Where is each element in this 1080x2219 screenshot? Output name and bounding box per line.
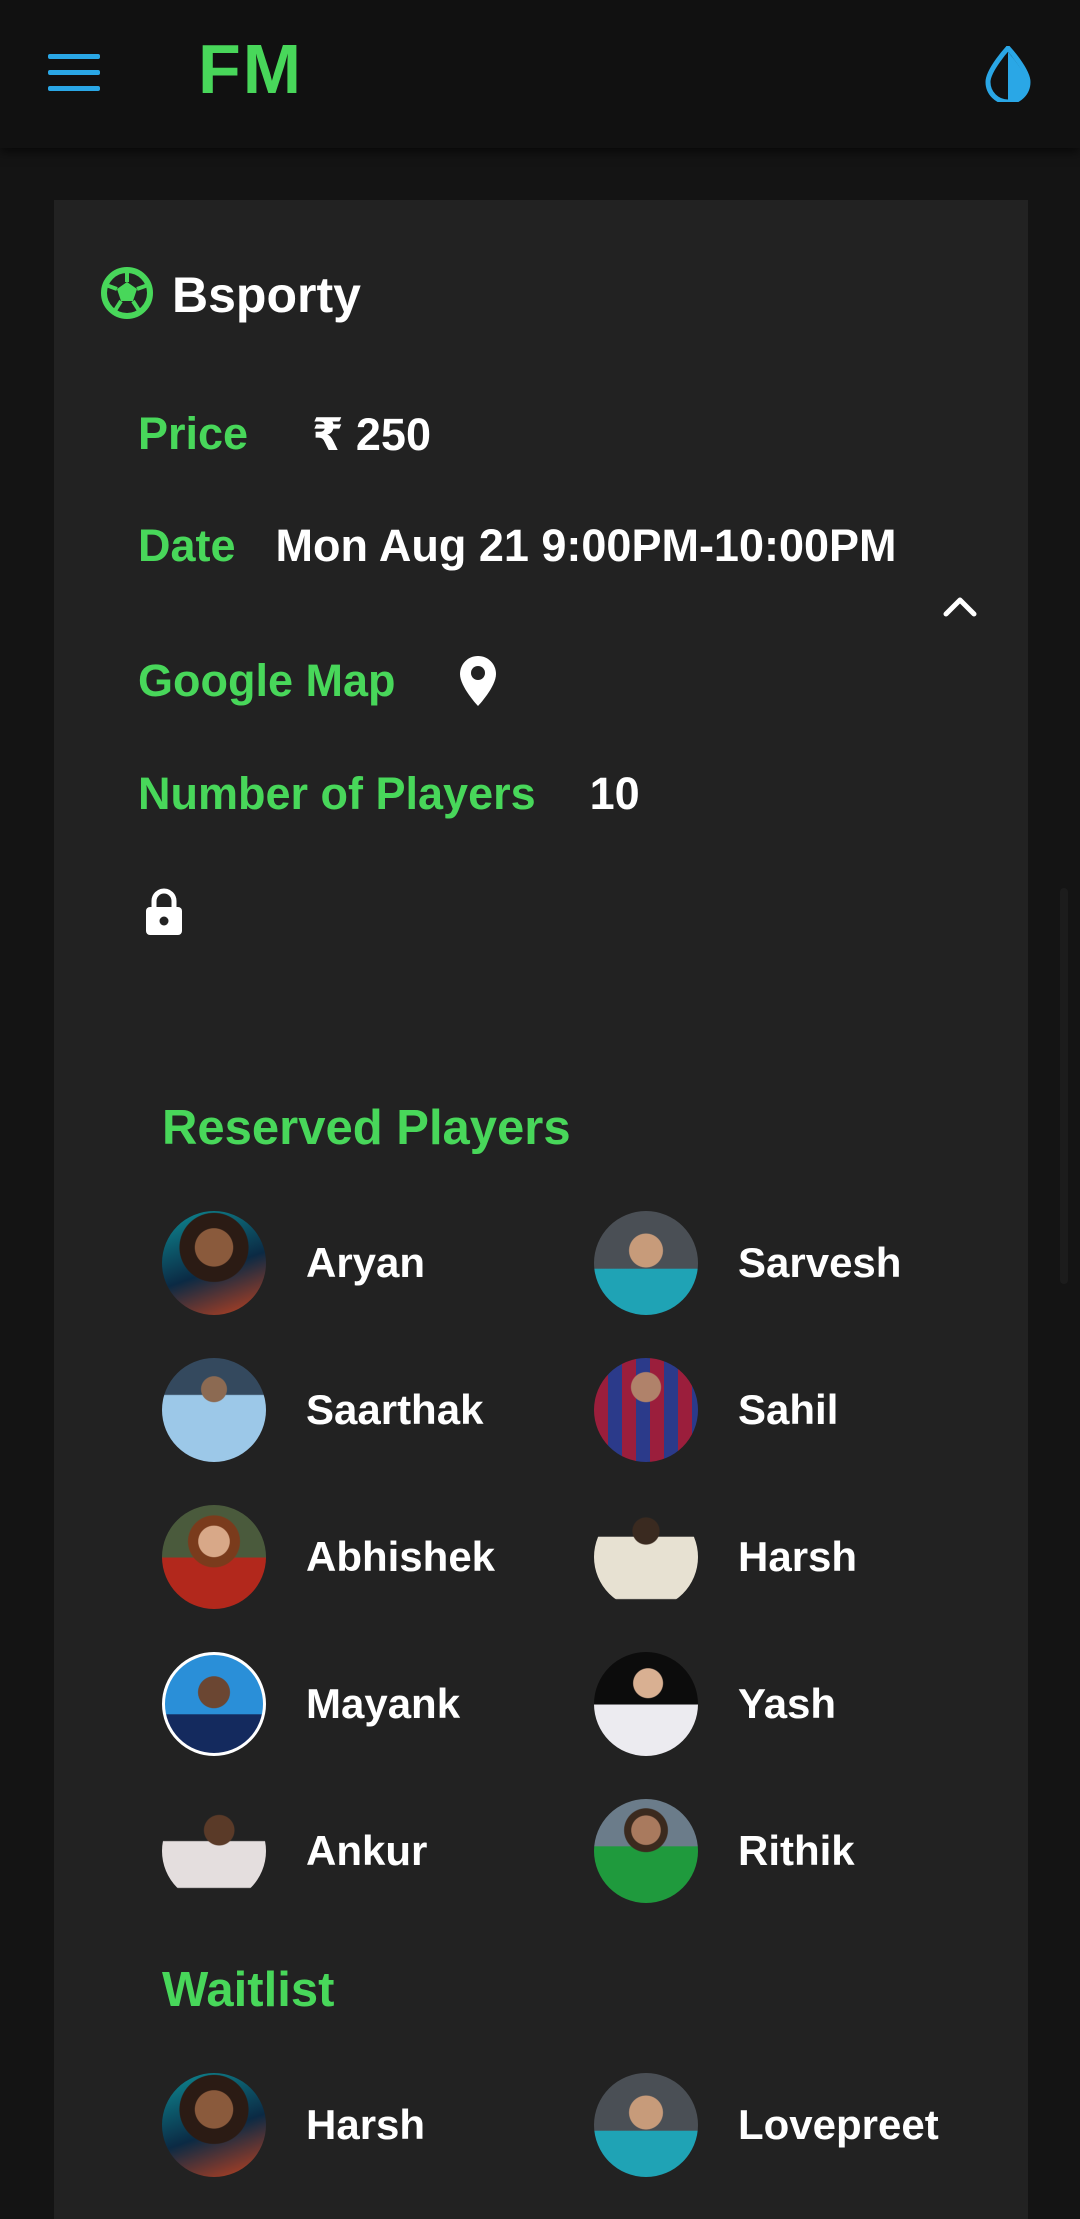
- players-count-label: Number of Players: [138, 768, 536, 819]
- player-name: Sarvesh: [738, 1239, 902, 1286]
- avatar: [594, 1505, 698, 1609]
- avatar: [162, 1505, 266, 1609]
- player-item[interactable]: Yash: [594, 1651, 974, 1757]
- player-name: Harsh: [738, 1533, 858, 1580]
- player-name: Aryan: [306, 1239, 426, 1286]
- date-label: Date: [138, 520, 236, 571]
- player-item[interactable]: Saarthak: [162, 1357, 542, 1463]
- player-name: Mayank: [306, 1680, 461, 1727]
- player-name: Yash: [738, 1680, 837, 1727]
- avatar: [594, 1799, 698, 1903]
- player-name: Rithik: [738, 1827, 855, 1874]
- scrollbar[interactable]: [1060, 888, 1068, 1284]
- match-card: Bsporty Price ₹ 250 Date Mon Aug 21 9:00…: [54, 200, 1028, 2219]
- date-value: Mon Aug 21 9:00PM-10:00PM: [275, 520, 897, 571]
- avatar: [162, 2073, 266, 2177]
- player-name: Saarthak: [306, 1386, 484, 1433]
- google-map-label[interactable]: Google Map: [138, 655, 396, 707]
- chevron-up-icon[interactable]: [936, 586, 984, 626]
- avatar: [162, 1211, 266, 1315]
- water-drop-icon[interactable]: [984, 44, 1032, 105]
- price-label: Price: [138, 408, 249, 459]
- player-item[interactable]: Ankur: [162, 1798, 542, 1904]
- waitlist-item[interactable]: Lovepreet: [594, 2072, 974, 2178]
- waitlist-title: Waitlist: [162, 1963, 335, 2017]
- player-item[interactable]: Sahil: [594, 1357, 974, 1463]
- waitlist-item[interactable]: Harsh: [162, 2072, 542, 2178]
- google-map-row[interactable]: Google Map: [138, 648, 498, 714]
- player-item[interactable]: Mayank: [162, 1651, 542, 1757]
- player-name: Harsh: [306, 2101, 426, 2148]
- player-item[interactable]: Abhishek: [162, 1504, 542, 1610]
- players-count-value: 10: [589, 768, 640, 819]
- player-item[interactable]: Rithik: [594, 1798, 974, 1904]
- player-name: Abhishek: [306, 1533, 496, 1580]
- avatar: [162, 1652, 266, 1756]
- hamburger-menu-icon[interactable]: [48, 54, 100, 94]
- reserved-players-title: Reserved Players: [162, 1101, 571, 1155]
- avatar: [162, 1358, 266, 1462]
- avatar: [162, 1799, 266, 1903]
- player-name: Sahil: [738, 1386, 839, 1433]
- soccer-ball-icon: [100, 266, 154, 325]
- avatar: [594, 2073, 698, 2177]
- top-app-bar: FM: [0, 0, 1080, 148]
- player-item[interactable]: Sarvesh: [594, 1210, 974, 1316]
- map-pin-icon[interactable]: [458, 654, 498, 708]
- venue-header: Bsporty: [100, 260, 361, 330]
- avatar: [594, 1211, 698, 1315]
- price-row: Price ₹ 250: [138, 404, 431, 464]
- avatar: [594, 1652, 698, 1756]
- player-item[interactable]: Harsh: [594, 1504, 974, 1610]
- lock-icon[interactable]: [144, 888, 184, 941]
- number-of-players-row: Number of Players 10: [138, 764, 640, 824]
- player-item[interactable]: Aryan: [162, 1210, 542, 1316]
- app-logo[interactable]: FM: [198, 34, 303, 104]
- avatar: [594, 1358, 698, 1462]
- player-name: Lovepreet: [738, 2101, 939, 2148]
- date-row: Date Mon Aug 21 9:00PM-10:00PM: [138, 516, 897, 576]
- venue-name: Bsporty: [172, 267, 361, 323]
- price-value: ₹ 250: [312, 408, 431, 460]
- player-name: Ankur: [306, 1827, 428, 1874]
